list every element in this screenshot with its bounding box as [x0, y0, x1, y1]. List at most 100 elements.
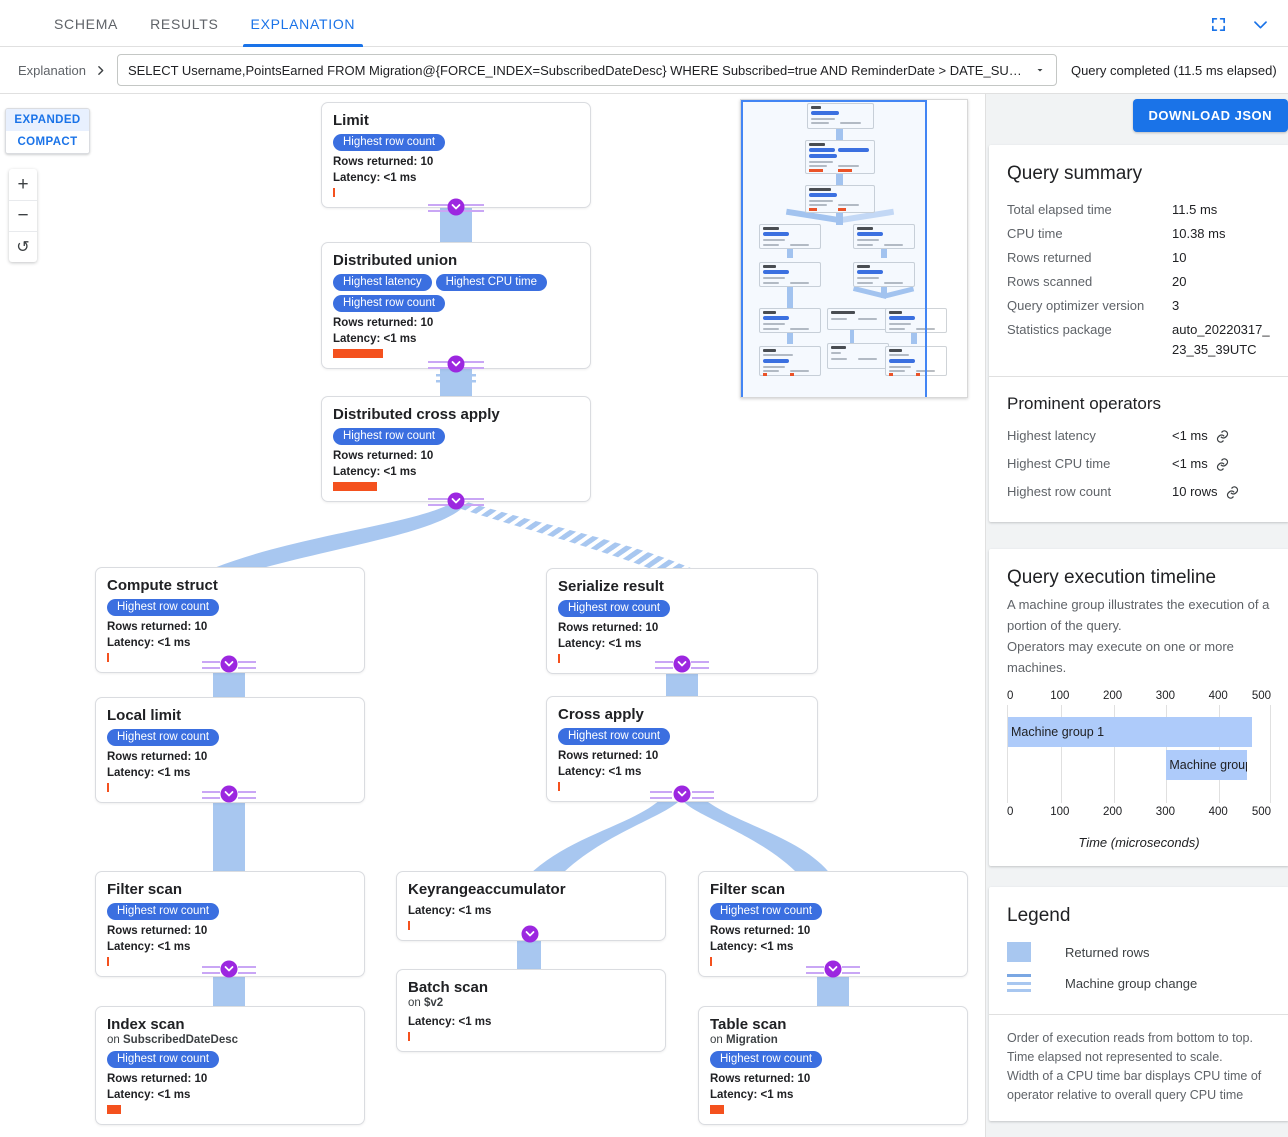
timeline-tick: 500 — [1252, 690, 1271, 702]
prominent-operator-row: Highest latency<1 ms — [1007, 422, 1271, 450]
chevron-down-icon[interactable] — [1246, 10, 1274, 38]
node-latency-label: Latency: <1 ms — [408, 904, 530, 919]
node-latency-metric: Latency: <1 ms — [710, 1088, 832, 1114]
node-metrics: Latency: <1 msCPU time: <1 ms — [558, 765, 806, 791]
node-badges: Highest row count — [107, 729, 353, 746]
timeline-tick: 0 — [1007, 806, 1013, 818]
graph-node-filter-scan-left[interactable]: Filter scanHighest row countRows returne… — [95, 871, 365, 977]
node-title: Index scan — [107, 1015, 353, 1034]
mode-compact-button[interactable]: COMPACT — [6, 131, 89, 153]
node-metrics: Latency: <1 msCPU time: <1 ms — [408, 904, 654, 930]
graph-node-local-limit[interactable]: Local limitHighest row countRows returne… — [95, 697, 365, 803]
legend-title: Legend — [1007, 903, 1271, 928]
zoom-in-button[interactable]: + — [9, 169, 37, 200]
timeline-axis-top: 0100200300400500 — [1007, 690, 1271, 705]
graph-minimap[interactable] — [740, 99, 968, 398]
chevron-down-icon[interactable] — [1034, 64, 1046, 76]
legend-note-line: Width of a CPU time bar displays CPU tim… — [1007, 1067, 1271, 1086]
node-title: Batch scan — [408, 978, 654, 997]
graph-node-cross-apply[interactable]: Cross applyHighest row countRows returne… — [546, 696, 818, 802]
query-status: Query completed (11.5 ms elapsed) — [1071, 63, 1277, 78]
prominent-operator-key: Highest latency — [1007, 422, 1172, 450]
link-icon[interactable] — [1215, 457, 1230, 472]
explanation-graph-canvas[interactable]: EXPANDED COMPACT + − ↺ — [0, 94, 985, 1137]
prominent-operator-value: 10 rows — [1172, 478, 1218, 506]
graph-node-limit[interactable]: LimitHighest row countRows returned: 10L… — [321, 102, 591, 208]
graph-node-table-scan[interactable]: Table scanon MigrationHighest row countR… — [698, 1006, 968, 1125]
node-latency-bar — [107, 957, 109, 966]
tab-results[interactable]: RESULTS — [134, 0, 234, 47]
summary-key: Rows returned — [1007, 246, 1172, 270]
legend-item-machine-group-change: Machine group change — [1007, 974, 1271, 992]
zoom-out-button[interactable]: − — [9, 200, 37, 231]
link-icon[interactable] — [1215, 429, 1230, 444]
query-summary-rows: Total elapsed time11.5 msCPU time10.38 m… — [1007, 198, 1271, 360]
node-latency-label: Latency: <1 ms — [333, 465, 455, 480]
mode-expanded-button[interactable]: EXPANDED — [6, 109, 89, 131]
legend-notes: Order of execution reads from bottom to … — [1007, 1029, 1271, 1105]
download-json-wrap: DOWNLOAD JSON — [1133, 99, 1288, 132]
node-metrics: Latency: <1 msCPU time: <1 ms — [408, 1015, 654, 1041]
prominent-operator-value: <1 ms — [1172, 422, 1208, 450]
timeline-bar[interactable]: Machine group 1 — [1008, 717, 1252, 747]
timeline-bar[interactable]: Machine group 2 — [1166, 750, 1246, 780]
node-latency-label: Latency: <1 ms — [107, 1088, 229, 1103]
timeline-tick: 200 — [1103, 806, 1122, 818]
graph-node-index-scan[interactable]: Index scanon SubscribedDateDescHighest r… — [95, 1006, 365, 1125]
details-sidebar: DOWNLOAD JSON Query summary Total elapse… — [985, 94, 1288, 1137]
node-rows-returned: Rows returned: 10 — [333, 315, 579, 331]
minimap-viewport[interactable] — [741, 100, 927, 398]
node-latency-bar — [710, 957, 712, 966]
node-badge: Highest row count — [710, 903, 822, 920]
tab-explanation[interactable]: EXPLANATION — [235, 0, 372, 47]
graph-node-compute-struct[interactable]: Compute structHighest row countRows retu… — [95, 567, 365, 673]
graph-node-keyrangeaccumulator[interactable]: Keyrangeaccumulator Latency: <1 msCPU tim… — [396, 871, 666, 941]
node-badge: Highest row count — [558, 728, 670, 745]
query-select[interactable]: SELECT Username,PointsEarned FROM Migrat… — [117, 54, 1057, 86]
node-badges: Highest row count — [558, 728, 806, 745]
node-badge: Highest row count — [107, 1051, 219, 1068]
graph-node-filter-scan-right[interactable]: Filter scanHighest row countRows returne… — [698, 871, 968, 977]
timeline-tick: 200 — [1103, 690, 1122, 702]
zoom-reset-button[interactable]: ↺ — [9, 231, 37, 262]
timeline-tick: 400 — [1209, 806, 1228, 818]
node-latency-label: Latency: <1 ms — [710, 940, 832, 955]
node-latency-label: Latency: <1 ms — [333, 171, 455, 186]
download-json-button[interactable]: DOWNLOAD JSON — [1133, 99, 1288, 132]
query-text: SELECT Username,PointsEarned FROM Migrat… — [128, 63, 1028, 78]
summary-key: CPU time — [1007, 222, 1172, 246]
node-latency-label: Latency: <1 ms — [558, 637, 680, 652]
graph-node-distributed-union[interactable]: Distributed unionHighest latencyHighest … — [321, 242, 591, 369]
graph-node-distributed-cross-apply[interactable]: Distributed cross applyHighest row count… — [321, 396, 591, 502]
link-icon[interactable] — [1225, 485, 1240, 500]
node-badges: Highest row count — [107, 599, 353, 616]
prominent-operator-row: Highest CPU time<1 ms — [1007, 450, 1271, 478]
node-latency-metric: Latency: <1 ms — [107, 636, 229, 662]
graph-node-batch-scan[interactable]: Batch scanon $v2Latency: <1 msCPU time: … — [396, 969, 666, 1052]
fullscreen-icon[interactable] — [1204, 10, 1232, 38]
node-title: Keyrangeaccumulator — [408, 880, 654, 899]
zoom-controls: + − ↺ — [9, 169, 37, 262]
node-latency-bar — [333, 188, 335, 197]
node-latency-metric: Latency: <1 ms — [710, 940, 832, 966]
node-badge: Highest row count — [333, 295, 445, 312]
tab-schema[interactable]: SCHEMA — [38, 0, 134, 47]
node-badge: Highest CPU time — [436, 274, 547, 291]
node-latency-bar — [408, 1032, 410, 1041]
prominent-operators-rows: Highest latency<1 msHighest CPU time<1 m… — [1007, 422, 1271, 506]
timeline-bar-label: Machine group 1 — [1011, 725, 1104, 739]
node-latency-metric: Latency: <1 ms — [558, 765, 680, 791]
timeline-tick: 400 — [1209, 690, 1228, 702]
node-rows-returned: Rows returned: 10 — [558, 748, 806, 764]
summary-key: Rows scanned — [1007, 270, 1172, 294]
node-title: Filter scan — [710, 880, 956, 899]
legend-item-returned-rows: Returned rows — [1007, 942, 1271, 962]
node-metrics: Latency: <1 msCPU time: <1 ms — [333, 171, 579, 197]
timeline-tick: 0 — [1007, 690, 1013, 702]
graph-node-serialize-result[interactable]: Serialize resultHighest row countRows re… — [546, 568, 818, 674]
node-title: Distributed union — [333, 251, 579, 270]
legend-note-line: operator relative to overall query CPU t… — [1007, 1086, 1271, 1105]
prominent-operator-key: Highest CPU time — [1007, 450, 1172, 478]
node-latency-metric: Latency: <1 ms — [333, 171, 455, 197]
query-bar-label: Explanation — [18, 63, 86, 78]
